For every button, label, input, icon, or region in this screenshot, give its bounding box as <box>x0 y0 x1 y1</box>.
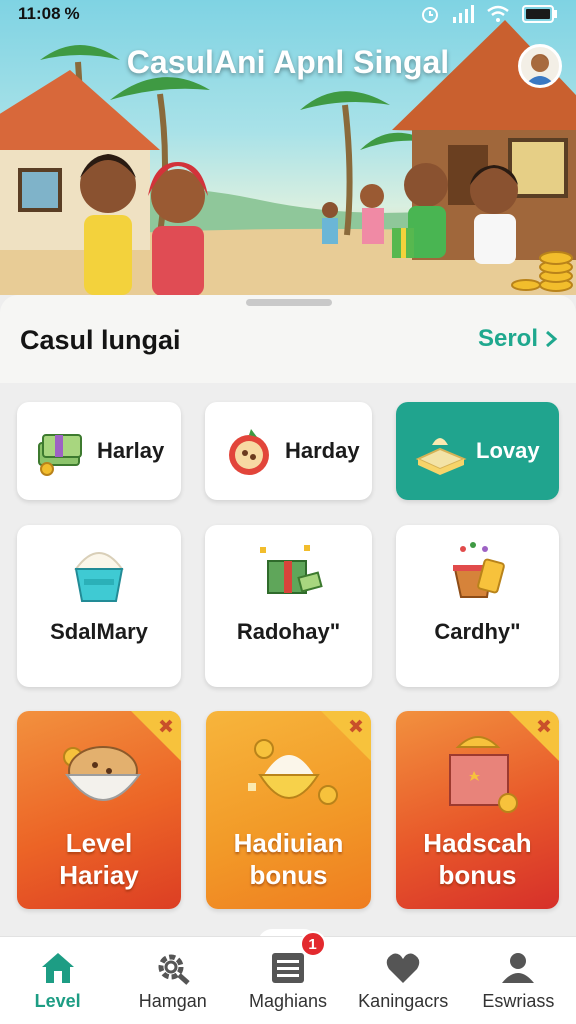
user-icon <box>502 953 535 983</box>
hero-title: CasulAni Apnl Singal <box>126 44 450 80</box>
pizza-icon <box>229 429 269 475</box>
category-label: Radohay" <box>236 619 341 644</box>
money-stack-icon <box>38 434 82 476</box>
bonus-label: Hadscah bonus <box>423 827 531 891</box>
alarm-icon <box>422 7 438 23</box>
ribbon-icon <box>509 711 559 761</box>
category-label: Harday <box>285 438 360 463</box>
nav-item-eswriass[interactable]: Eswriass <box>461 937 576 1024</box>
category-label: Cardhy" <box>434 619 521 644</box>
bonus-label-line1: Hadscah <box>423 828 532 858</box>
bottom-navigation: Level Hamgan 1 Maghians Kaningacrs Eswri… <box>0 931 576 1024</box>
heart-icon <box>386 953 420 983</box>
ribbon-icon <box>131 711 181 761</box>
ribbon-icon <box>321 711 371 761</box>
bonus-card-hadiuian[interactable]: Hadiuian bonus <box>206 711 371 909</box>
nav-label: Maghians <box>248 991 328 1011</box>
drag-handle[interactable] <box>246 299 332 306</box>
section-header: Casul lungai Serol <box>0 295 576 383</box>
category-card-radohay[interactable]: Radohay" <box>205 525 372 687</box>
category-card-sdalmary[interactable]: SdalMary <box>17 525 181 687</box>
list-icon <box>272 953 304 983</box>
category-label: Harlay <box>97 438 165 463</box>
percent-icon: % <box>64 4 80 23</box>
see-all-label: Serol <box>477 325 538 352</box>
nav-label: Level <box>34 991 81 1011</box>
ice-cream-cup-icon <box>74 552 124 602</box>
category-card-cardhy[interactable]: Cardhy" <box>396 525 559 687</box>
signal-icon <box>453 5 474 23</box>
profile-avatar[interactable] <box>518 44 562 88</box>
bonus-card-hadscah[interactable]: Hadscah bonus <box>396 711 559 909</box>
cake-box-icon <box>415 438 467 475</box>
bonus-card-level[interactable]: Level Hariay <box>17 711 181 909</box>
gear-search-icon <box>158 954 190 985</box>
category-card-lovay[interactable]: Lovay <box>396 402 559 500</box>
status-bar: 11:08 % <box>0 0 576 28</box>
category-label: Lovay <box>476 438 540 463</box>
gift-money-icon <box>259 545 323 594</box>
hero-banner: 11:08 % CasulAni Apnl Singal <box>0 0 576 295</box>
category-card-harday[interactable]: Harday <box>205 402 372 500</box>
chevron-right-icon <box>546 330 558 348</box>
notification-badge: 1 <box>299 931 326 957</box>
wifi-icon <box>487 5 509 22</box>
nav-item-level[interactable]: Level <box>0 937 115 1024</box>
gift-basket-icon <box>452 542 505 598</box>
nav-item-hamgan[interactable]: Hamgan <box>115 937 230 1024</box>
bonus-label-line2: Hariay <box>59 860 139 890</box>
nav-item-kaningacrs[interactable]: Kaningacrs <box>346 937 461 1024</box>
section-title: Casul lungai <box>20 325 181 355</box>
nav-item-maghians[interactable]: 1 Maghians <box>230 931 345 1024</box>
battery-icon <box>522 5 557 23</box>
bonus-label: Level Hariay <box>59 827 139 891</box>
bonus-label: Hadiuian bonus <box>234 827 344 891</box>
category-card-harlay[interactable]: Harlay <box>17 402 181 500</box>
nav-label: Hamgan <box>138 991 207 1011</box>
avatar-icon <box>525 54 555 85</box>
nav-label: Eswriass <box>482 991 555 1011</box>
bonus-label-line1: Hadiuian <box>233 828 344 858</box>
see-all-link[interactable]: Serol <box>478 325 558 353</box>
category-label: SdalMary <box>50 619 148 644</box>
home-icon <box>41 953 74 983</box>
bonus-label-line2: bonus <box>438 860 517 890</box>
nav-label: Kaningacrs <box>358 991 449 1011</box>
bonus-label-line1: Level <box>65 828 133 858</box>
bonus-label-line2: bonus <box>249 860 328 890</box>
clock: 11:08 <box>18 4 61 23</box>
